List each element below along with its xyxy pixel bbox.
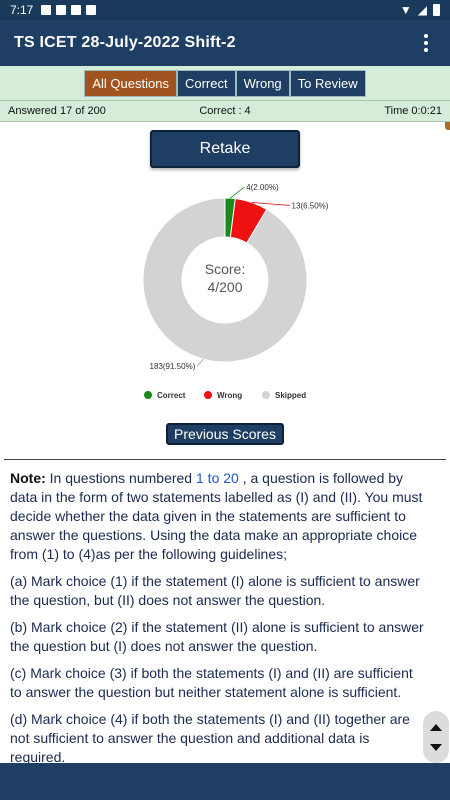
bottom-bar (0, 763, 450, 800)
question-range: 1 to 20 (196, 470, 239, 486)
correct-count: Correct : 4 (199, 105, 251, 117)
leader-line-correct (229, 186, 245, 199)
legend-label-correct: Correct (157, 391, 186, 400)
gmail-icon (41, 5, 52, 15)
tab-to-review[interactable]: To Review (289, 69, 366, 97)
retake-button[interactable]: Retake (150, 130, 300, 168)
legend-label-skipped: Skipped (275, 391, 306, 400)
h-app-icon (86, 5, 97, 15)
legend-marker-skipped (262, 391, 270, 399)
legend-marker-correct (144, 391, 152, 399)
legend-label-wrong: Wrong (217, 391, 242, 400)
summary-bar: Answered 17 of 200 Correct : 4 Time 0:0:… (0, 100, 450, 122)
score-label: Score: (205, 261, 245, 277)
signal-icon: ◢ (417, 3, 427, 17)
app-icon (71, 5, 82, 15)
scroll-controls (423, 711, 449, 763)
app-bar: TS ICET 28-July-2022 Shift-2 (0, 20, 450, 66)
note-item-d: (d) Mark choice (4) if both the statemen… (10, 711, 410, 765)
notification-icons (41, 5, 97, 15)
wifi-icon: ▼ (399, 3, 412, 17)
photo-icon (56, 5, 67, 15)
note-item-c: (c) Mark choice (3) if both the statemen… (10, 665, 413, 700)
divider (4, 459, 446, 460)
answered-count: Answered 17 of 200 (8, 105, 106, 117)
filter-tabs: All Questions Correct Wrong To Review (84, 69, 366, 97)
data-label-wrong: 13(6.50%) (292, 201, 329, 210)
note-intro: Note: In questions numbered 1 to 20 , a … (10, 470, 423, 562)
legend-marker-wrong (204, 391, 212, 399)
data-label-skipped: 183(91.50%) (150, 362, 196, 371)
page-title: TS ICET 28-July-2022 Shift-2 (14, 34, 236, 51)
more-options-icon[interactable] (416, 34, 436, 52)
status-time: 7:17 (10, 3, 34, 17)
tab-wrong[interactable]: Wrong (235, 69, 290, 97)
scroll-up-icon[interactable] (430, 723, 442, 731)
tab-all-questions[interactable]: All Questions (84, 69, 177, 97)
status-bar: 7:17 ▼ ◢ (0, 0, 450, 20)
note-item-b: (b) Mark choice (2) if the statement (II… (10, 619, 424, 654)
score-value: 4/200 (207, 279, 242, 295)
score-donut-chart: Score: 4/200 4(2.00%) 13(6.50%) 183(91.50%… (142, 183, 329, 400)
tab-correct[interactable]: Correct (176, 69, 236, 97)
instructions-note: Note: In questions numbered 1 to 20 , a … (10, 469, 426, 775)
data-label-correct: 4(2.00%) (246, 183, 279, 192)
filter-tabs-bar: All Questions Correct Wrong To Review (0, 66, 450, 100)
scroll-down-icon[interactable] (430, 743, 442, 751)
elapsed-time: Time 0:0:21 (384, 105, 443, 117)
leader-line-skipped (197, 358, 204, 367)
previous-scores-button[interactable]: Previous Scores (166, 423, 284, 445)
system-icons: ▼ ◢ (400, 3, 440, 17)
note-label: Note: (10, 470, 46, 486)
scroll-indicator (445, 122, 450, 130)
note-item-a: (a) Mark choice (1) if the statement (I)… (10, 573, 420, 608)
battery-icon (433, 4, 440, 16)
